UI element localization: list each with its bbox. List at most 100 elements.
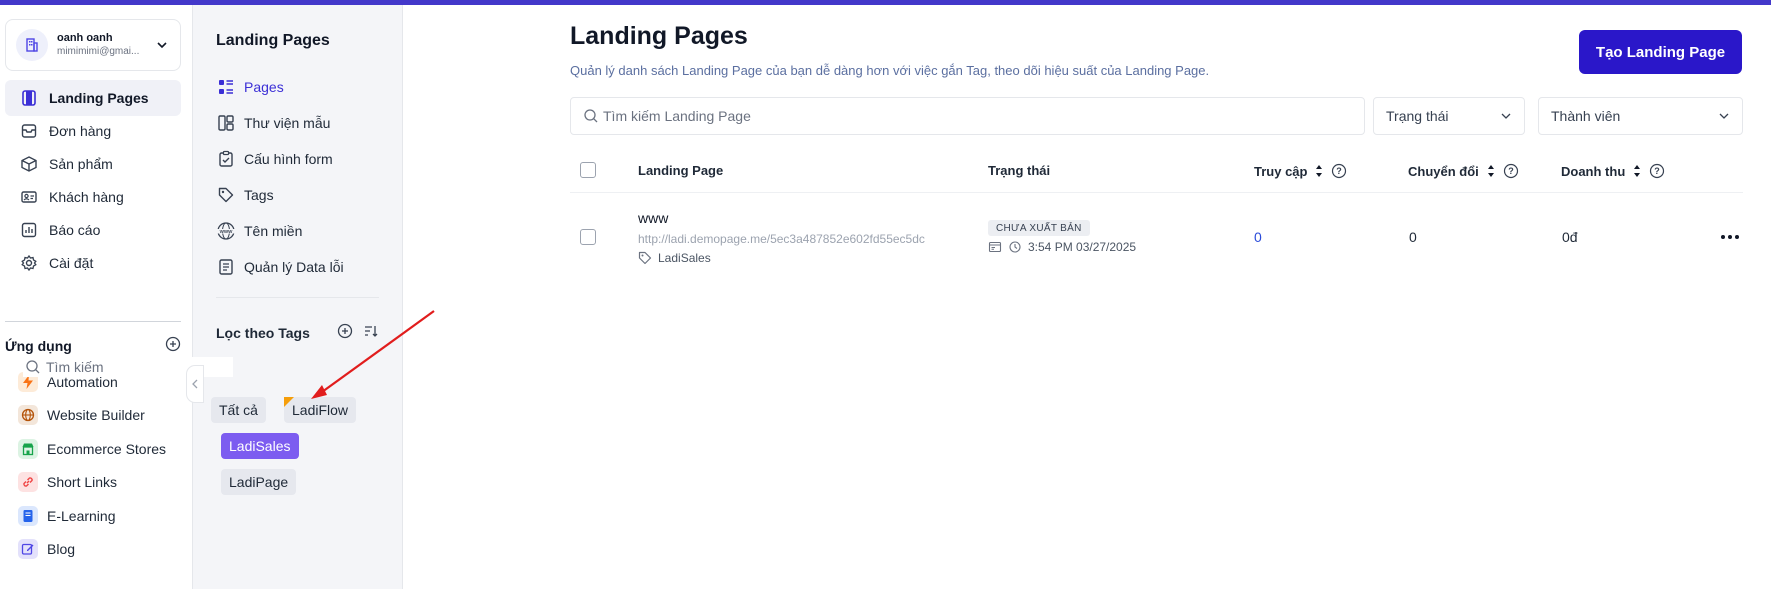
document-icon [216,257,236,277]
apps-heading-label: Ứng dụng [5,337,72,354]
app-item-label: Ecommerce Stores [47,441,167,457]
globe-icon [18,405,38,425]
tag-icon [638,251,652,265]
revenue-value: 0đ [1562,229,1578,245]
tag-chip-ladisales[interactable]: LadiSales [221,433,299,459]
app-item-website-builder[interactable]: Website Builder [18,401,181,429]
nav-item-orders[interactable]: Đơn hàng [5,113,181,149]
nav-item-settings[interactable]: Cài đặt [5,245,181,281]
chevron-left-icon [192,379,198,389]
select-all-checkbox[interactable] [580,162,596,178]
subnav-item-label: Quản lý Data lỗi [244,259,344,275]
chevron-down-icon [1501,113,1511,119]
account-switcher[interactable]: oanh oanh mimimimi@gmai... [5,19,181,71]
sort-icon [1487,165,1494,177]
app-item-label: Blog [47,541,76,557]
chevron-down-icon [154,37,170,53]
subpanel-divider [216,297,379,298]
tag-chip-all[interactable]: Tất cả [211,397,266,423]
subnav-item-domains[interactable]: WWW Tên miền [216,217,396,245]
building-icon [16,29,48,61]
tag-search-placeholder: Tìm kiếm [46,359,104,375]
visits-value[interactable]: 0 [1254,229,1262,245]
more-options-icon[interactable] [1719,228,1741,246]
edit-icon [18,539,38,559]
subnav-item-error-data[interactable]: Quản lý Data lỗi [216,253,396,281]
page-title: Landing Pages [570,22,748,50]
create-landing-page-button[interactable]: Tạo Landing Page [1579,30,1742,74]
account-email: mimimimi@gmai... [57,46,140,57]
landing-page-tag: LadiSales [638,251,711,265]
nav-item-label: Đơn hàng [49,123,112,139]
tag-marker [284,397,294,407]
member-filter-select[interactable]: Thành viên [1538,97,1743,135]
add-tag-icon[interactable] [337,323,355,341]
collapse-sidebar-button[interactable] [186,365,204,403]
column-header-conversions[interactable]: Chuyển đổi ? [1408,163,1519,179]
apps-heading: Ứng dụng [5,336,181,355]
app-item-e-learning[interactable]: E-Learning [18,502,181,530]
landing-page-name[interactable]: www [638,210,668,226]
member-filter-value: Thành viên [1551,108,1621,124]
nav-item-label: Khách hàng [49,189,124,205]
sort-icon [1634,165,1641,177]
subnav-item-form-config[interactable]: Cấu hình form [216,145,396,173]
nav-item-products[interactable]: Sản phẩm [5,146,181,182]
column-header-label: Doanh thu [1561,163,1626,179]
subnav-item-tags[interactable]: Tags [216,181,396,209]
tag-chip-ladiflow[interactable]: LadiFlow [284,397,357,423]
svg-text:?: ? [1655,166,1661,176]
page-subtitle: Quản lý danh sách Landing Page của bạn d… [570,63,1210,78]
column-header-landing-page: Landing Page [638,163,724,178]
tag-chip-ladipage[interactable]: LadiPage [221,469,297,495]
sort-tags-icon[interactable] [363,323,381,341]
column-header-status: Trạng thái [988,163,1051,178]
landing-pages-icon [19,88,39,108]
status-filter-value: Trạng thái [1386,108,1449,124]
nav-item-landing-pages[interactable]: Landing Pages [5,80,181,116]
store-icon [18,439,38,459]
add-app-icon[interactable] [165,336,181,355]
subnav-item-label: Tags [244,187,274,203]
landing-page-search-input[interactable] [603,108,1343,124]
orders-icon [19,121,39,141]
row-checkbox[interactable] [580,229,596,245]
app-item-ecommerce-stores[interactable]: Ecommerce Stores [18,435,181,463]
landing-page-url[interactable]: http://ladi.demopage.me/5ec3a487852e602f… [638,232,925,246]
subpanel-title: Landing Pages [216,32,330,49]
box-icon [19,154,39,174]
subnav-item-pages[interactable]: Pages [216,73,396,101]
tags-filter-heading: Lọc theo Tags [216,325,310,341]
landing-pages-subpanel: Landing Pages Pages Thư viện mẫu Cấu hìn… [193,5,403,589]
status-filter-select[interactable]: Trạng thái [1373,97,1525,135]
column-header-visits[interactable]: Truy cập ? [1254,163,1347,179]
svg-text:?: ? [1337,166,1343,176]
subnav-item-label: Cấu hình form [244,151,333,167]
svg-text:WWW: WWW [220,229,233,234]
nav-item-customers[interactable]: Khách hàng [5,179,181,215]
subnav-item-label: Tên miền [244,223,303,239]
app-item-short-links[interactable]: Short Links [18,468,181,496]
www-icon: WWW [216,221,236,241]
table-header: Landing Page Trạng thái Truy cập ? Chuyể… [570,155,1743,193]
history-icon [1008,240,1022,254]
subnav-item-templates[interactable]: Thư viện mẫu [216,109,396,137]
search-icon [583,108,599,124]
pages-icon [216,77,236,97]
template-icon [216,113,236,133]
subnav-item-label: Pages [244,79,284,95]
app-item-blog[interactable]: Blog [18,535,181,563]
column-header-revenue[interactable]: Doanh thu ? [1561,163,1665,179]
subnav-item-label: Thư viện mẫu [244,115,331,131]
help-icon[interactable]: ? [1331,163,1347,179]
help-icon[interactable]: ? [1503,163,1519,179]
book-icon [18,506,38,526]
column-header-label: Chuyển đổi [1408,163,1479,179]
nav-item-label: Báo cáo [49,222,101,238]
nav-item-reports[interactable]: Báo cáo [5,212,181,248]
help-icon[interactable]: ? [1649,163,1665,179]
nav-item-label: Sản phẩm [49,156,113,172]
app-item-label: Short Links [47,474,118,490]
form-icon [216,149,236,169]
app-item-label: E-Learning [47,508,116,524]
